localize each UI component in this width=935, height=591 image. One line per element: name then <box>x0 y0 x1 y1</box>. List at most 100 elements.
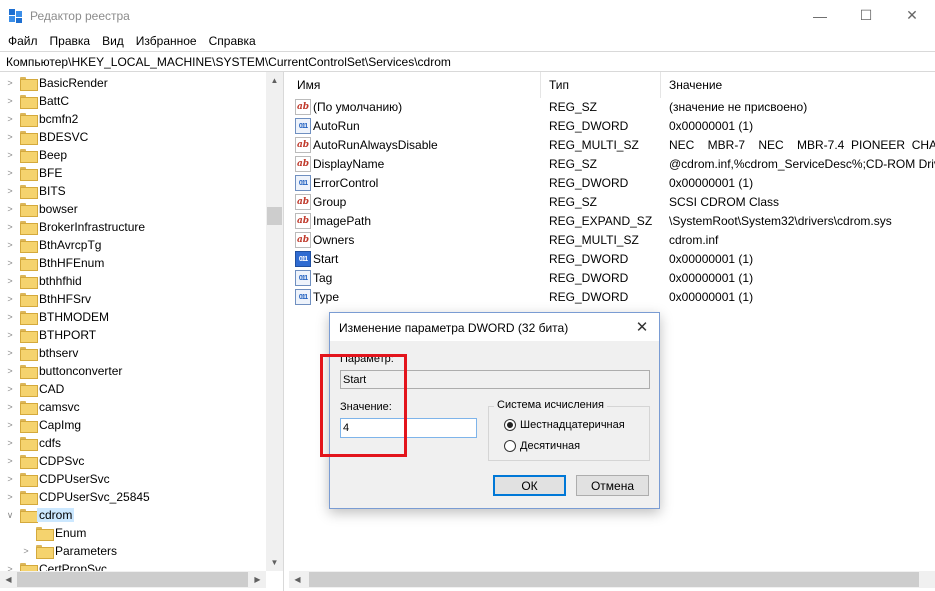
tree-item[interactable]: > cdfs <box>0 434 266 452</box>
dialog-close-icon[interactable]: ✕ <box>631 317 653 337</box>
scroll-up-icon[interactable]: ▲ <box>266 72 283 89</box>
chevron-right-icon[interactable]: > <box>5 204 15 214</box>
chevron-right-icon[interactable]: > <box>5 78 15 88</box>
value-row[interactable]: ab Owners REG_MULTI_SZ cdrom.inf <box>289 231 935 250</box>
tree-item[interactable]: Enum <box>0 524 266 542</box>
tree-item[interactable]: > CDPUserSvc_25845 <box>0 488 266 506</box>
tree-item[interactable]: > BthHFSrv <box>0 290 266 308</box>
tree-item-label: Beep <box>39 148 68 162</box>
radix-hex-option[interactable]: Шестнадцатеричная <box>504 419 625 431</box>
tree-item[interactable]: > BthAvrcpTg <box>0 236 266 254</box>
chevron-right-icon[interactable]: > <box>5 186 15 196</box>
tree-item[interactable]: > CDPSvc <box>0 452 266 470</box>
tree-item[interactable]: > bthhfhid <box>0 272 266 290</box>
chevron-right-icon[interactable]: > <box>5 168 15 178</box>
scroll-right-icon[interactable]: ▶ <box>249 571 266 588</box>
address-bar[interactable]: Компьютер\HKEY_LOCAL_MACHINE\SYSTEM\Curr… <box>0 51 935 72</box>
cancel-button[interactable]: Отмена <box>576 475 649 496</box>
chevron-right-icon[interactable]: > <box>5 312 15 322</box>
tree-horizontal-scrollbar[interactable]: ◀ ▶ <box>0 571 266 588</box>
chevron-right-icon[interactable]: > <box>5 222 15 232</box>
tree-item[interactable]: > BrokerInfrastructure <box>0 218 266 236</box>
tree-vertical-scrollbar[interactable]: ▲ ▼ <box>266 72 283 571</box>
chevron-right-icon[interactable]: > <box>5 492 15 502</box>
close-button[interactable]: ✕ <box>889 0 935 31</box>
value-row[interactable]: ab AutoRunAlwaysDisable REG_MULTI_SZ NEC MB… <box>289 136 935 155</box>
value-row[interactable]: 011 Type REG_DWORD 0x00000001 (1) <box>289 288 935 307</box>
menu-file[interactable]: Файл <box>8 34 38 48</box>
value-type: REG_EXPAND_SZ <box>549 214 653 228</box>
tree-item[interactable]: > Beep <box>0 146 266 164</box>
value-row[interactable]: ab Group REG_SZ SCSI CDROM Class <box>289 193 935 212</box>
tree-item[interactable]: > CDPUserSvc <box>0 470 266 488</box>
tree-item[interactable]: > BattC <box>0 92 266 110</box>
radio-dec[interactable] <box>504 440 516 452</box>
tree-item[interactable]: ∨ cdrom <box>0 506 266 524</box>
chevron-right-icon[interactable]: > <box>21 546 31 556</box>
chevron-right-icon[interactable]: > <box>5 330 15 340</box>
chevron-right-icon[interactable]: > <box>5 240 15 250</box>
tree-item[interactable]: > BFE <box>0 164 266 182</box>
tree-item[interactable]: > BTHMODEM <box>0 308 266 326</box>
value-row[interactable]: 011 Tag REG_DWORD 0x00000001 (1) <box>289 269 935 288</box>
tree-item[interactable]: > buttonconverter <box>0 362 266 380</box>
radix-hex-label: Шестнадцатеричная <box>520 419 625 431</box>
chevron-right-icon[interactable]: > <box>5 294 15 304</box>
chevron-down-icon[interactable]: ∨ <box>5 510 15 520</box>
tree-item[interactable]: > BthHFEnum <box>0 254 266 272</box>
chevron-right-icon[interactable]: > <box>5 402 15 412</box>
menu-help[interactable]: Справка <box>209 34 256 48</box>
column-header-type[interactable]: Тип <box>541 72 661 98</box>
folder-icon <box>20 149 38 163</box>
tree-item[interactable]: > BDESVC <box>0 128 266 146</box>
scroll-left-icon[interactable]: ◀ <box>289 571 306 588</box>
tree-scroll-thumb[interactable] <box>267 207 282 225</box>
list-hscroll-thumb[interactable] <box>309 572 919 587</box>
tree-item[interactable]: > bcmfn2 <box>0 110 266 128</box>
menu-favorites[interactable]: Избранное <box>136 34 197 48</box>
value-row[interactable]: 011 ErrorControl REG_DWORD 0x00000001 (1) <box>289 174 935 193</box>
menu-view[interactable]: Вид <box>102 34 124 48</box>
column-header-name[interactable]: Имя <box>289 72 541 98</box>
minimize-button[interactable]: — <box>797 0 843 31</box>
chevron-right-icon[interactable]: > <box>5 96 15 106</box>
radio-hex[interactable] <box>504 419 516 431</box>
scroll-down-icon[interactable]: ▼ <box>266 554 283 571</box>
tree-item[interactable]: > camsvc <box>0 398 266 416</box>
column-header-value[interactable]: Значение <box>661 72 935 98</box>
chevron-right-icon[interactable]: > <box>5 258 15 268</box>
tree-hscroll-thumb[interactable] <box>17 572 248 587</box>
list-horizontal-scrollbar[interactable]: ◀ <box>289 571 935 588</box>
tree-item[interactable]: > BasicRender <box>0 74 266 92</box>
ok-button[interactable]: ОК <box>493 475 566 496</box>
value-data: 0x00000001 (1) <box>669 271 754 285</box>
chevron-right-icon[interactable]: > <box>5 348 15 358</box>
chevron-right-icon[interactable]: > <box>5 114 15 124</box>
value-input[interactable] <box>340 418 477 438</box>
chevron-right-icon[interactable]: > <box>5 384 15 394</box>
tree-item[interactable]: > bthserv <box>0 344 266 362</box>
chevron-right-icon[interactable]: > <box>5 420 15 430</box>
chevron-right-icon[interactable]: > <box>5 366 15 376</box>
value-row[interactable]: 011 Start REG_DWORD 0x00000001 (1) <box>289 250 935 269</box>
tree-item[interactable]: > BTHPORT <box>0 326 266 344</box>
chevron-right-icon[interactable]: > <box>5 474 15 484</box>
value-row[interactable]: 011 AutoRun REG_DWORD 0x00000001 (1) <box>289 117 935 136</box>
chevron-right-icon[interactable]: > <box>5 456 15 466</box>
value-row[interactable]: ab (По умолчанию) REG_SZ (значение не присв… <box>289 98 935 117</box>
chevron-right-icon[interactable]: > <box>5 150 15 160</box>
radix-dec-option[interactable]: Десятичная <box>504 440 580 452</box>
tree-item[interactable]: > CapImg <box>0 416 266 434</box>
tree-item[interactable]: > BITS <box>0 182 266 200</box>
menu-edit[interactable]: Правка <box>50 34 91 48</box>
tree-item[interactable]: > Parameters <box>0 542 266 560</box>
chevron-right-icon[interactable]: > <box>5 438 15 448</box>
maximize-button[interactable]: ☐ <box>843 0 889 31</box>
tree-item[interactable]: > CAD <box>0 380 266 398</box>
tree-item[interactable]: > bowser <box>0 200 266 218</box>
value-row[interactable]: ab ImagePath REG_EXPAND_SZ \SystemRoot\Syst… <box>289 212 935 231</box>
value-row[interactable]: ab DisplayName REG_SZ @cdrom.inf,%cdrom_Ser… <box>289 155 935 174</box>
scroll-left-icon[interactable]: ◀ <box>0 571 17 588</box>
chevron-right-icon[interactable]: > <box>5 276 15 286</box>
chevron-right-icon[interactable]: > <box>5 132 15 142</box>
